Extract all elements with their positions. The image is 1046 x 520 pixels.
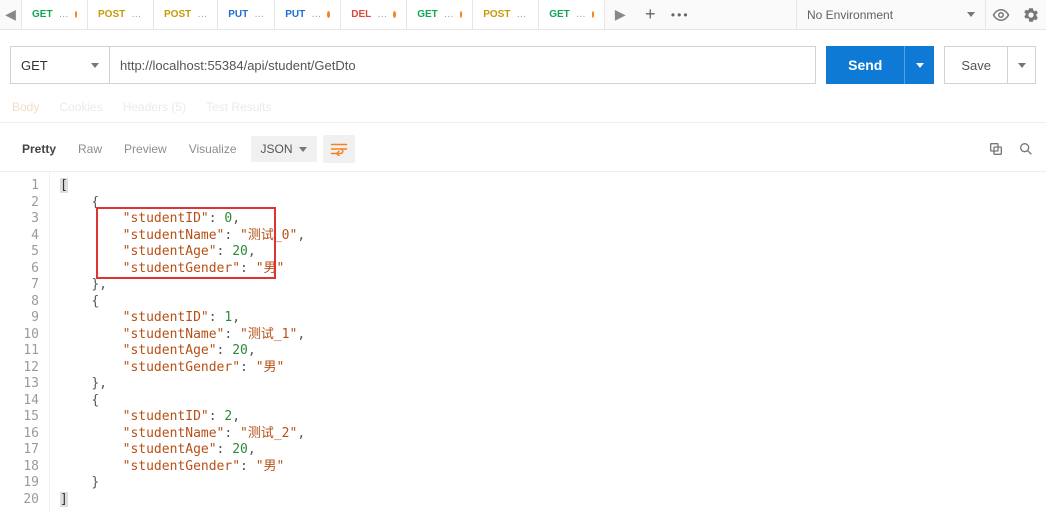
tab-ellipsis: … — [131, 9, 141, 20]
tabs-scroll-left[interactable]: ◀ — [0, 0, 22, 30]
tab-method: DEL — [351, 9, 371, 20]
tab-ellipsis: … — [516, 9, 526, 20]
subtab-body[interactable]: Body — [12, 100, 39, 116]
subtab-headers[interactable]: Headers (5) — [123, 100, 186, 116]
request-tab[interactable]: GET … — [22, 0, 88, 29]
resp-tab-raw[interactable]: Raw — [70, 136, 110, 162]
unsaved-dot-icon — [460, 11, 462, 18]
chevron-down-icon — [91, 63, 99, 68]
resp-tab-pretty[interactable]: Pretty — [14, 136, 64, 162]
tab-ellipsis: … — [59, 9, 69, 20]
request-subtabs: Body Cookies Headers (5) Test Results — [0, 100, 1046, 116]
unsaved-dot-icon — [75, 11, 77, 18]
save-button[interactable]: Save — [944, 46, 1008, 84]
format-selector[interactable]: JSON — [251, 136, 317, 162]
send-dropdown[interactable] — [904, 46, 934, 84]
request-url-input[interactable] — [110, 46, 816, 84]
subtab-cookies[interactable]: Cookies — [59, 100, 102, 116]
response-toolbar: Pretty Raw Preview Visualize JSON — [0, 122, 1046, 171]
tab-ellipsis: … — [311, 9, 321, 20]
send-button[interactable]: Send — [826, 46, 904, 84]
http-method-label: GET — [21, 58, 48, 73]
request-tab[interactable]: GET … — [407, 0, 473, 29]
response-code[interactable]: [ { "studentID": 0, "studentName": "测试_0… — [50, 172, 1046, 511]
tab-method: PUT — [228, 9, 248, 20]
save-dropdown[interactable] — [1008, 46, 1036, 84]
tab-ellipsis: … — [377, 9, 387, 20]
resp-tab-preview[interactable]: Preview — [116, 136, 175, 162]
http-method-selector[interactable]: GET — [10, 46, 110, 84]
request-tab[interactable]: POST … — [154, 0, 218, 29]
format-label: JSON — [261, 142, 293, 156]
request-tab[interactable]: DEL … — [341, 0, 407, 29]
line-wrap-toggle[interactable] — [323, 135, 355, 163]
tab-method: POST — [483, 9, 510, 20]
chevron-down-icon — [916, 63, 924, 68]
tab-method: GET — [32, 9, 53, 20]
tab-overflow-menu[interactable]: ••• — [665, 0, 695, 30]
environment-quicklook-icon[interactable] — [986, 0, 1016, 30]
environment-selector[interactable]: No Environment — [796, 0, 986, 30]
unsaved-dot-icon — [327, 11, 330, 18]
chevron-down-icon — [967, 12, 975, 17]
request-tabs: GET … POST … POST … PUT … PUT … DEL … GET … POST … GET … — [22, 0, 605, 29]
tab-ellipsis: … — [444, 9, 454, 20]
request-tab[interactable]: PUT … — [218, 0, 275, 29]
tabs-scroll-right[interactable]: ▶ — [605, 0, 635, 30]
copy-response-icon[interactable] — [988, 141, 1004, 157]
unsaved-dot-icon — [592, 11, 594, 18]
tab-ellipsis: … — [197, 9, 207, 20]
tab-ellipsis: … — [576, 9, 586, 20]
request-tab[interactable]: PUT … — [275, 0, 341, 29]
tab-ellipsis: … — [254, 9, 264, 20]
tab-method: PUT — [285, 9, 305, 20]
new-tab-button[interactable]: + — [635, 0, 665, 30]
settings-gear-icon[interactable] — [1016, 0, 1046, 30]
subtab-tests[interactable]: Test Results — [206, 100, 271, 116]
search-response-icon[interactable] — [1018, 141, 1034, 157]
request-row: GET Send Save — [0, 30, 1046, 100]
line-gutter: 1234567891011121314151617181920 — [0, 172, 50, 511]
tab-method: GET — [549, 9, 570, 20]
request-tab[interactable]: GET … — [539, 0, 605, 29]
response-body: 1234567891011121314151617181920 [ { "stu… — [0, 171, 1046, 511]
environment-label: No Environment — [807, 8, 893, 22]
chevron-down-icon — [299, 147, 307, 152]
unsaved-dot-icon — [393, 11, 396, 18]
request-tab[interactable]: POST … — [473, 0, 539, 29]
request-tab[interactable]: POST … — [88, 0, 154, 29]
resp-tab-visualize[interactable]: Visualize — [181, 136, 245, 162]
tab-method: POST — [98, 9, 125, 20]
tab-method: POST — [164, 9, 191, 20]
tab-method: GET — [417, 9, 438, 20]
tabs-row: ◀ GET…POST…POST…PUT…PUT…DEL…GET…POST…GET… — [0, 0, 1046, 30]
chevron-down-icon — [1018, 63, 1026, 68]
